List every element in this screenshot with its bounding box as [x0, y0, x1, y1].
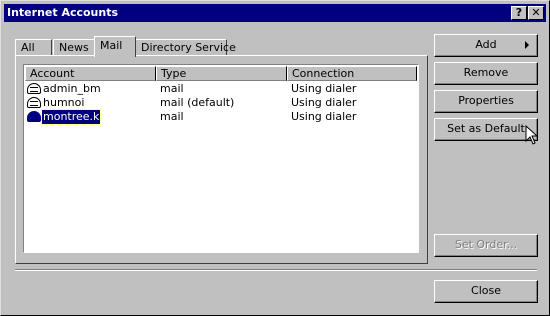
set-order-button[interactable]: Set Order... — [434, 234, 538, 257]
list-item-selected[interactable]: montree.k mail Using dialer — [25, 109, 417, 125]
title-bar[interactable]: Internet Accounts ? ✕ — [4, 4, 546, 22]
window-title: Internet Accounts — [7, 6, 119, 19]
account-name: humnoi — [43, 96, 85, 109]
account-connection: Using dialer — [291, 110, 357, 123]
account-name: admin_bm — [43, 82, 101, 95]
remove-button[interactable]: Remove — [434, 62, 538, 85]
account-name: montree.k — [40, 109, 102, 125]
properties-button[interactable]: Properties — [434, 90, 538, 113]
column-header-type[interactable]: Type — [156, 66, 287, 81]
tab-all[interactable]: All — [15, 39, 52, 56]
close-button[interactable]: Close — [434, 280, 538, 303]
account-connection: Using dialer — [291, 96, 357, 109]
list-item[interactable]: admin_bm mail Using dialer — [25, 82, 417, 96]
mail-account-icon — [27, 97, 41, 108]
close-icon: ✕ — [531, 6, 541, 19]
mouse-pointer-icon — [525, 125, 539, 145]
list-item[interactable]: humnoi mail (default) Using dialer — [25, 96, 417, 110]
account-type: mail (default) — [160, 96, 235, 109]
account-type: mail — [160, 110, 184, 123]
account-connection: Using dialer — [291, 82, 357, 95]
tab-panel: Account Type Connection admin_bm mail Us… — [15, 55, 428, 264]
set-as-default-button[interactable]: Set as Default — [434, 118, 538, 141]
mail-account-icon — [27, 111, 41, 122]
tab-mail[interactable]: Mail — [94, 36, 136, 57]
accounts-list[interactable]: Account Type Connection admin_bm mail Us… — [23, 64, 419, 253]
separator — [15, 269, 537, 271]
add-button-label: Add — [475, 38, 497, 51]
add-button[interactable]: Add — [434, 34, 538, 57]
help-button[interactable]: ? — [511, 6, 527, 20]
tab-news[interactable]: News — [53, 39, 95, 56]
tab-directory-service[interactable]: Directory Service — [135, 39, 236, 56]
list-header: Account Type Connection — [25, 66, 417, 81]
right-arrow-icon — [525, 41, 529, 49]
mail-account-icon — [27, 83, 41, 94]
close-window-button[interactable]: ✕ — [528, 6, 544, 20]
internet-accounts-dialog: Internet Accounts ? ✕ All News Mail Dire… — [0, 0, 550, 316]
column-header-connection[interactable]: Connection — [287, 66, 417, 81]
column-header-account[interactable]: Account — [25, 66, 156, 81]
account-type: mail — [160, 82, 184, 95]
question-mark-icon: ? — [515, 6, 523, 19]
